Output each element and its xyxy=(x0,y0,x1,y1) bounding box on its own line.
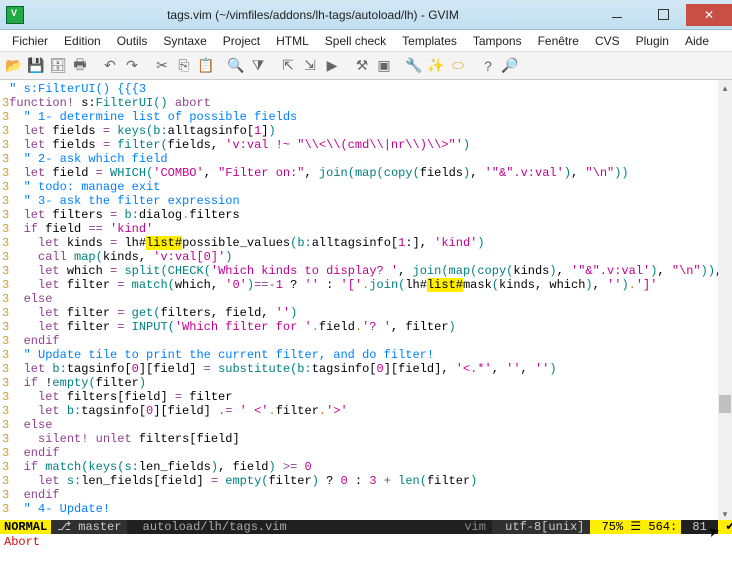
status-encoding: utf-8[unix] xyxy=(492,520,590,534)
minimize-button[interactable] xyxy=(594,4,640,26)
editor-area[interactable]: " s:FilterUI() {{{33function! s:FilterUI… xyxy=(0,80,732,520)
save-icon[interactable]: 💾 xyxy=(26,56,46,76)
vertical-scrollbar[interactable]: ▴ ▾ xyxy=(718,80,732,520)
code-line[interactable]: 3 if field == 'kind' xyxy=(2,222,732,236)
status-branch: ⎇ master xyxy=(51,520,127,534)
menu-syntaxe[interactable]: Syntaxe xyxy=(157,32,212,50)
menu-outils[interactable]: Outils xyxy=(111,32,154,50)
menu-tampons[interactable]: Tampons xyxy=(467,32,528,50)
code-line[interactable]: " s:FilterUI() {{{3 xyxy=(2,82,732,96)
code-line[interactable]: 3 " todo: manage exit xyxy=(2,180,732,194)
code-line[interactable]: 3 let filter = match(which, '0')==-1 ? '… xyxy=(2,278,732,292)
maximize-button[interactable] xyxy=(640,4,686,26)
code-line[interactable]: 3 " 3- ask the filter expression xyxy=(2,194,732,208)
branch-icon: ⎇ xyxy=(57,520,71,534)
scroll-up-icon[interactable]: ▴ xyxy=(720,82,730,92)
gvim-icon xyxy=(6,6,24,24)
menu-fichier[interactable]: Fichier xyxy=(6,32,54,50)
status-mode: NORMAL xyxy=(0,520,51,534)
menu-edition[interactable]: Edition xyxy=(58,32,107,50)
window-title: tags.vim (~/vimfiles/addons/lh-tags/auto… xyxy=(32,8,594,22)
code-line[interactable]: 3function! s:FilterUI() abort xyxy=(2,96,732,110)
menu-html[interactable]: HTML xyxy=(270,32,315,50)
toolbar: 📂 💾 🗄 🖶 ↶ ↷ ✂ ⎘ 📋 🔍 ⧩ ⇱ ⇲ ▶ ⚒ ▣ 🔧 ✨ ⬭ ? … xyxy=(0,52,732,80)
menu-project[interactable]: Project xyxy=(217,32,266,50)
titlebar: tags.vim (~/vimfiles/addons/lh-tags/auto… xyxy=(0,0,732,30)
findhelp-icon[interactable]: 🔎 xyxy=(500,56,520,76)
menubar: FichierEditionOutilsSyntaxe ProjectHTMLSp… xyxy=(0,30,732,52)
shell-icon[interactable]: ▣ xyxy=(374,56,394,76)
code-line[interactable]: 3 let b:tagsinfo[0][field] = substitute(… xyxy=(2,362,732,376)
findnext-icon[interactable]: ⧩ xyxy=(248,56,268,76)
run-script-icon[interactable]: ▶ xyxy=(322,56,342,76)
close-button[interactable] xyxy=(686,4,732,26)
menu-spell check[interactable]: Spell check xyxy=(319,32,392,50)
session-load-icon[interactable]: ⇱ xyxy=(278,56,298,76)
code-line[interactable]: 3 let filters = b:dialog.filters xyxy=(2,208,732,222)
code-line[interactable]: 3 let fields = filter(fields, 'v:val !~ … xyxy=(2,138,732,152)
statusline: NORMAL ⎇ master autoload/lh/tags.vim vim… xyxy=(0,520,732,534)
code-line[interactable]: 3 let filters[field] = filter xyxy=(2,390,732,404)
command-area[interactable]: Abort xyxy=(0,534,732,562)
status-position: 75% ☰ 564: xyxy=(590,520,681,534)
open-icon[interactable]: 📂 xyxy=(4,56,24,76)
code-line[interactable]: 3 let s:len_fields[field] = empty(filter… xyxy=(2,474,732,488)
code-line[interactable]: 3 let filter = INPUT('Which filter for '… xyxy=(2,320,732,334)
make-icon[interactable]: ⚒ xyxy=(352,56,372,76)
saveall-icon[interactable]: 🗄 xyxy=(48,56,68,76)
code-line[interactable]: 3 else xyxy=(2,418,732,432)
ctags-icon[interactable]: 🔧 xyxy=(404,56,424,76)
abort-message: Abort xyxy=(4,535,40,549)
code-line[interactable]: 3 let b:tagsinfo[0][field] .= ' <'.filte… xyxy=(2,404,732,418)
paste-icon[interactable]: 📋 xyxy=(196,56,216,76)
print-icon[interactable]: 🖶 xyxy=(70,56,90,76)
code-line[interactable]: 3 " 2- ask which field xyxy=(2,152,732,166)
code-line[interactable]: 3 let which = split(CHECK('Which kinds t… xyxy=(2,264,732,278)
code-line[interactable]: 3 let filter = get(filters, field, '') xyxy=(2,306,732,320)
code-line[interactable]: 3 let field = WHICH('COMBO', "Filter on:… xyxy=(2,166,732,180)
findrepl-icon[interactable]: 🔍 xyxy=(226,56,246,76)
code-line[interactable]: 3 let kinds = lh#list#possible_values(b:… xyxy=(2,236,732,250)
code-line[interactable]: 3 " Update tile to print the current fil… xyxy=(2,348,732,362)
copy-icon[interactable]: ⎘ xyxy=(174,56,194,76)
tagjump-icon[interactable]: ⬭ xyxy=(448,56,468,76)
window-buttons xyxy=(594,4,732,26)
code-line[interactable]: 3 " 4- Update! xyxy=(2,502,732,516)
code-line[interactable]: 3 endif xyxy=(2,334,732,348)
code-line[interactable]: 3 endif xyxy=(2,446,732,460)
redo-icon[interactable]: ↷ xyxy=(122,56,142,76)
code-line[interactable]: 3 if !empty(filter) xyxy=(2,376,732,390)
code-line[interactable]: 3 if match(keys(s:len_fields), field) >=… xyxy=(2,460,732,474)
code-line[interactable]: 3 let fields = keys(b:alltagsinfo[1]) xyxy=(2,124,732,138)
help-icon[interactable]: ? xyxy=(478,56,498,76)
code-line[interactable]: 3 call map(kinds, 'v:val[0]') xyxy=(2,250,732,264)
scroll-down-icon[interactable]: ▾ xyxy=(720,508,730,518)
code-line[interactable]: 3 " 1- determine list of possible fields xyxy=(2,110,732,124)
code-line[interactable]: 3 silent! unlet filters[field] xyxy=(2,432,732,446)
undo-icon[interactable]: ↶ xyxy=(100,56,120,76)
status-filetype: vim xyxy=(458,520,492,534)
code-line[interactable]: 3 else xyxy=(2,292,732,306)
line-icon: ☰ xyxy=(630,520,641,534)
scroll-thumb[interactable] xyxy=(719,395,731,413)
menu-aide[interactable]: Aide xyxy=(679,32,715,50)
menu-fenêtre[interactable]: Fenêtre xyxy=(532,32,585,50)
session-save-icon[interactable]: ⇲ xyxy=(300,56,320,76)
cut-icon[interactable]: ✂ xyxy=(152,56,172,76)
taglist-icon[interactable]: ✨ xyxy=(426,56,446,76)
menu-templates[interactable]: Templates xyxy=(396,32,463,50)
code-line[interactable]: 3 endif xyxy=(2,488,732,502)
menu-cvs[interactable]: CVS xyxy=(589,32,626,50)
status-filepath: autoload/lh/tags.vim xyxy=(127,520,458,534)
menu-plugin[interactable]: Plugin xyxy=(630,32,675,50)
